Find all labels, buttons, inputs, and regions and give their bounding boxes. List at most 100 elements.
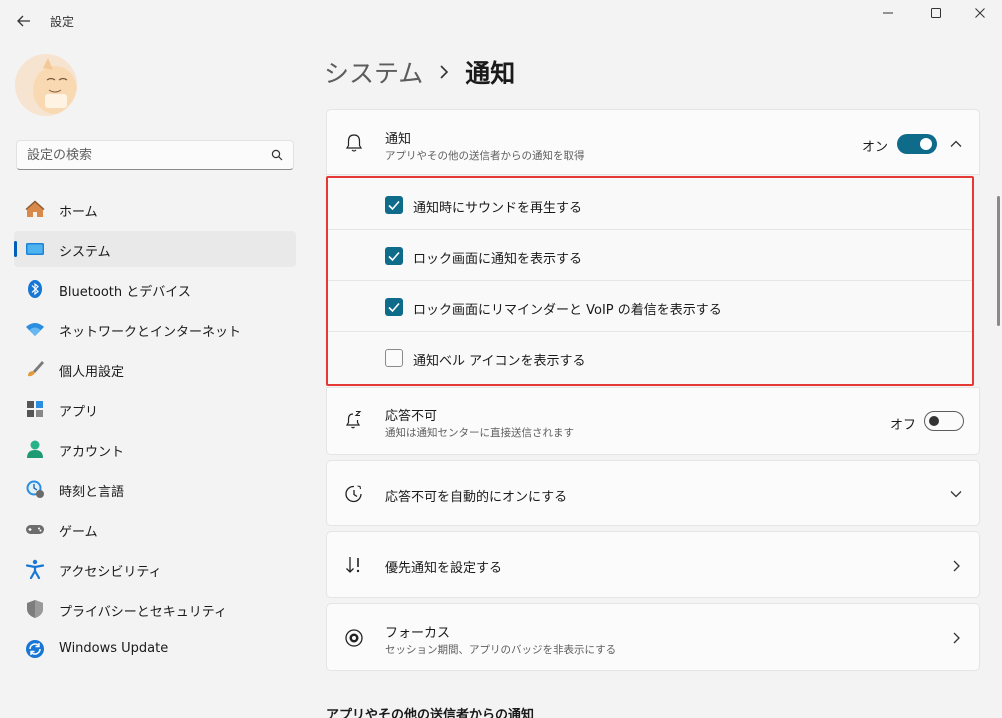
maximize-icon (931, 8, 941, 18)
focus-title: フォーカス (385, 626, 451, 641)
back-arrow-icon (17, 15, 30, 27)
sidebar-item-label: 個人用設定 (59, 365, 125, 380)
settings-search (16, 140, 294, 170)
reminders-voip-checkbox[interactable] (385, 298, 403, 316)
close-button[interactable] (966, 4, 994, 22)
auto-dnd-card[interactable]: 応答不可を自動的にオンにする (326, 460, 980, 526)
chevron-down-icon[interactable] (949, 487, 963, 501)
dnd-subtitle: 通知は通知センターに直接送信されます (385, 427, 574, 439)
breadcrumb: システム 通知 (324, 54, 515, 90)
account-icon (27, 440, 43, 458)
sidebar-item-label: ネットワークとインターネット (59, 325, 242, 340)
scrollbar-thumb[interactable] (997, 196, 1000, 326)
priority-card[interactable]: 優先通知を設定する (326, 531, 980, 598)
chevron-right-icon[interactable] (949, 559, 963, 573)
sidebar-item-label: Bluetooth とデバイス (59, 285, 191, 300)
time-language-icon (26, 480, 44, 498)
maximize-button[interactable] (922, 4, 950, 22)
app-title: 設定 (50, 15, 75, 29)
focus-card[interactable]: フォーカス セッション期間、アプリのバッジを非表示にする (326, 603, 980, 671)
back-button[interactable] (12, 9, 36, 33)
page-title: 通知 (465, 59, 516, 88)
option-label: 通知時にサウンドを再生する (413, 201, 583, 216)
close-icon (975, 8, 985, 18)
option-row-reminders-voip[interactable]: ロック画面にリマインダーと VoIP の着信を表示する (328, 282, 972, 332)
windows-update-icon (26, 640, 44, 658)
priority-title: 優先通知を設定する (385, 561, 503, 576)
gamepad-icon (26, 525, 44, 534)
sidebar-item-time-language[interactable]: 時刻と言語 (14, 471, 296, 507)
sidebar-item-windows-update[interactable]: Windows Update (14, 631, 296, 667)
sidebar-item-label: ゲーム (59, 525, 98, 540)
sidebar-item-personalization[interactable]: 個人用設定 (14, 351, 296, 387)
sidebar-item-label: ホーム (59, 205, 98, 220)
apps-icon (27, 401, 43, 417)
sidebar-nav: ホーム システム Bluetooth とデバイス ネットワークとインターネット (14, 191, 296, 671)
sidebar-item-label: システム (59, 245, 111, 260)
sidebar-item-bluetooth[interactable]: Bluetooth とデバイス (14, 271, 296, 307)
search-icon[interactable] (271, 149, 283, 161)
focus-icon (345, 629, 363, 647)
notifications-toggle[interactable] (897, 134, 937, 154)
option-row-lock-screen[interactable]: ロック画面に通知を表示する (328, 231, 972, 281)
sidebar-item-network[interactable]: ネットワークとインターネット (14, 311, 296, 347)
toggle-knob (929, 416, 939, 426)
notifications-toggle-label: オン (862, 140, 889, 155)
focus-subtitle: セッション期間、アプリのバッジを非表示にする (385, 644, 617, 656)
search-input[interactable] (17, 141, 267, 169)
settings-window: 設定 設定の検索 ホーム システム Bluetooth とデバイス ネットワーク… (0, 0, 1002, 718)
dnd-toggle[interactable] (924, 411, 964, 431)
accessibility-icon (25, 559, 45, 579)
bell-icon-checkbox[interactable] (385, 349, 403, 367)
option-label: ロック画面にリマインダーと VoIP の着信を表示する (413, 303, 722, 318)
bluetooth-icon (28, 280, 42, 298)
chevron-right-icon[interactable] (949, 631, 963, 645)
checkmark-icon (388, 302, 400, 313)
minimize-icon (883, 12, 893, 14)
title-bar: 設定 (0, 0, 1002, 40)
option-row-bell-icon[interactable]: 通知ベル アイコンを表示する (328, 333, 972, 383)
wifi-icon (26, 323, 44, 336)
sound-checkbox[interactable] (385, 196, 403, 214)
home-icon (25, 200, 45, 217)
minimize-button[interactable] (874, 4, 902, 22)
notifications-subtitle: アプリやその他の送信者からの通知を取得 (385, 150, 585, 162)
cat-avatar-icon (15, 54, 77, 116)
do-not-disturb-card[interactable]: 応答不可 通知は通知センターに直接送信されます オフ (326, 387, 980, 455)
clock-icon (345, 485, 362, 503)
checkmark-icon (388, 200, 400, 211)
shield-icon (27, 600, 43, 618)
sidebar-item-system[interactable]: システム (14, 231, 296, 267)
sidebar-item-privacy[interactable]: プライバシーとセキュリティ (14, 591, 296, 627)
bell-icon (345, 134, 363, 152)
sidebar-item-label: アプリ (59, 405, 99, 420)
chevron-up-icon[interactable] (949, 137, 963, 151)
sidebar-item-apps[interactable]: アプリ (14, 391, 296, 427)
breadcrumb-parent[interactable]: システム (324, 54, 423, 90)
sidebar-item-label: Windows Update (59, 641, 169, 656)
sidebar-item-label: アクセシビリティ (59, 565, 162, 580)
brush-icon (28, 361, 44, 377)
notifications-card[interactable]: 通知 アプリやその他の送信者からの通知を取得 オン (326, 109, 980, 175)
auto-dnd-title: 応答不可を自動的にオンにする (385, 490, 568, 505)
option-label: 通知ベル アイコンを表示する (413, 354, 586, 369)
dnd-toggle-label: オフ (890, 418, 917, 433)
sidebar-item-gaming[interactable]: ゲーム (14, 511, 296, 547)
option-label: ロック画面に通知を表示する (413, 252, 583, 267)
lock-screen-checkbox[interactable] (385, 247, 403, 265)
chevron-right-icon (440, 65, 449, 79)
sidebar-item-label: プライバシーとセキュリティ (59, 605, 227, 620)
sidebar-item-home[interactable]: ホーム (14, 191, 296, 227)
sidebar-item-accounts[interactable]: アカウント (14, 431, 296, 467)
dnd-title: 応答不可 (385, 409, 438, 424)
bell-snooze-icon (345, 410, 362, 429)
notification-options: 通知時にサウンドを再生する ロック画面に通知を表示する ロック画面にリマインダー… (326, 176, 974, 386)
sidebar-item-label: アカウント (59, 445, 125, 460)
notifications-title: 通知 (385, 132, 412, 147)
sidebar-item-accessibility[interactable]: アクセシビリティ (14, 551, 296, 587)
option-row-sound[interactable]: 通知時にサウンドを再生する (328, 180, 972, 230)
checkmark-icon (388, 251, 400, 262)
section-title: アプリやその他の送信者からの通知 (326, 708, 535, 718)
priority-sort-icon (346, 557, 360, 573)
user-avatar[interactable] (15, 54, 77, 116)
